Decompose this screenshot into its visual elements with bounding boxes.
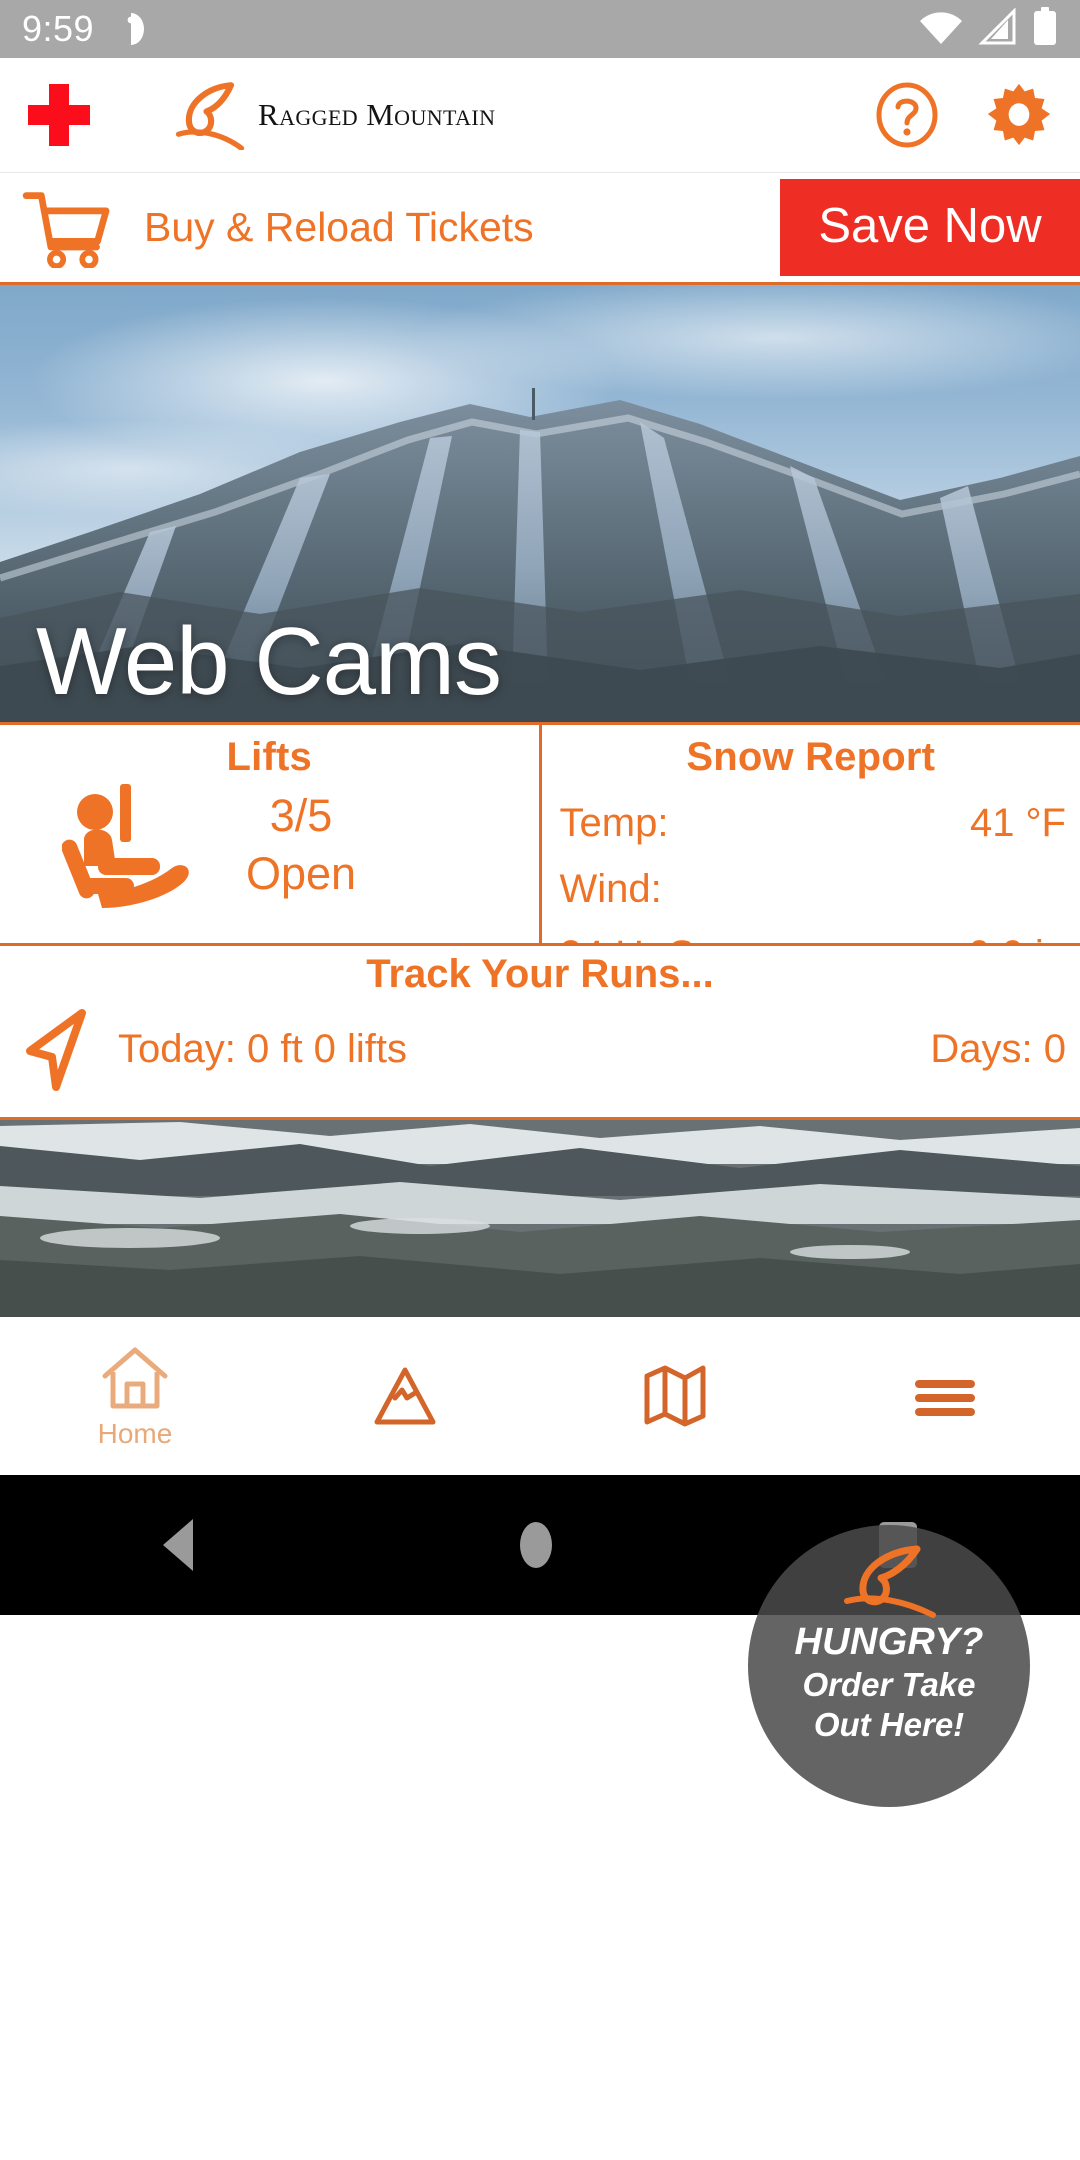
- status-clock: 9:59: [22, 8, 95, 49]
- lifts-title: Lifts: [226, 735, 312, 779]
- snow-row-label: Temp:: [559, 801, 669, 845]
- webcam-hero[interactable]: Web Cams: [0, 285, 1080, 725]
- hungry-line-1: Order Take: [802, 1666, 976, 1703]
- brand-name: Ragged Mountain: [258, 97, 496, 132]
- android-status-bar: 9:59: [0, 0, 1080, 58]
- ragged-leaf-logo-icon: [175, 82, 245, 150]
- back-triangle-icon[interactable]: [163, 1519, 194, 1571]
- notification-dot-icon: [116, 10, 146, 48]
- lifts-count: 3/5: [269, 789, 333, 841]
- tab-menu[interactable]: [810, 1360, 1080, 1432]
- gear-icon[interactable]: [986, 82, 1052, 148]
- ragged-leaf-logo-icon: [844, 1545, 936, 1618]
- navigation-arrow-icon: [26, 1009, 86, 1091]
- tab-mountain[interactable]: [270, 1360, 540, 1432]
- ticket-purchase-bar[interactable]: Buy & Reload Tickets Save Now: [0, 173, 1080, 285]
- snow-report-title: Snow Report: [686, 735, 936, 779]
- tab-home-label: Home: [97, 1418, 173, 1449]
- snow-row-temp: Temp: 41 °F: [560, 790, 1067, 856]
- track-runs-section[interactable]: Track Your Runs... Today: 0 ft 0 lifts D…: [0, 943, 1080, 1117]
- track-today-stat: Today: 0 ft 0 lifts: [118, 1026, 408, 1071]
- webcam-landscape: [0, 1120, 1080, 1317]
- question-mark-circle-icon[interactable]: [874, 82, 940, 148]
- chairlift-skier-icon: [62, 784, 189, 908]
- lifts-body: 3/5 Open: [0, 780, 539, 908]
- ticket-bar-label: Buy & Reload Tickets: [144, 204, 534, 250]
- tab-home[interactable]: Home: [0, 1342, 270, 1450]
- status-panels: Lifts 3/5 Open Snow Report Temp: 41 °F W…: [0, 725, 1080, 977]
- mountain-icon: [374, 1367, 436, 1425]
- map-icon: [644, 1365, 706, 1427]
- order-takeout-bubble[interactable]: HUNGRY? Order Take Out Here!: [748, 1525, 1030, 1807]
- lifts-count-block: 3/5 Open: [246, 787, 356, 904]
- snow-report-panel[interactable]: Snow Report Temp: 41 °F Wind: 24 Hr Snow…: [542, 725, 1080, 977]
- home-circle-icon[interactable]: [519, 1522, 552, 1568]
- tab-map[interactable]: [540, 1360, 810, 1432]
- hero-title: Web Cams: [36, 608, 502, 715]
- shopping-cart-icon: [22, 191, 110, 268]
- home-icon: [102, 1347, 168, 1409]
- snow-row-value: 41 °F: [969, 801, 1066, 845]
- status-icons: [918, 6, 1058, 52]
- app-header: Ragged Mountain: [0, 58, 1080, 173]
- bottom-tab-bar: Home: [0, 1317, 1080, 1475]
- header-actions: [874, 82, 1052, 148]
- hamburger-menu-icon: [915, 1380, 975, 1416]
- snow-row-wind: Wind:: [560, 856, 1067, 922]
- hungry-headline: HUNGRY?: [794, 1621, 984, 1663]
- lifts-status: Open: [246, 848, 357, 899]
- lifts-panel[interactable]: Lifts 3/5 Open: [0, 725, 542, 943]
- track-runs-title: Track Your Runs...: [366, 952, 714, 996]
- snow-row-label: Wind:: [559, 867, 662, 911]
- app-root: 9:59 Ragged Mountain Buy & Reload Ticket…: [0, 0, 1080, 2160]
- secondary-webcam[interactable]: [0, 1117, 1080, 1317]
- cellular-signal-icon: [978, 6, 1018, 51]
- save-now-button[interactable]: Save Now: [780, 179, 1080, 276]
- medical-cross-icon[interactable]: [28, 84, 90, 146]
- brand-logo: Ragged Mountain: [168, 80, 495, 150]
- wifi-icon: [918, 8, 964, 51]
- hungry-line-2: Out Here!: [813, 1706, 965, 1744]
- battery-icon: [1032, 6, 1058, 52]
- track-runs-stats: Today: 0 ft 0 lifts Days: 0: [0, 997, 1080, 1091]
- track-days-stat: Days: 0: [930, 1026, 1066, 1071]
